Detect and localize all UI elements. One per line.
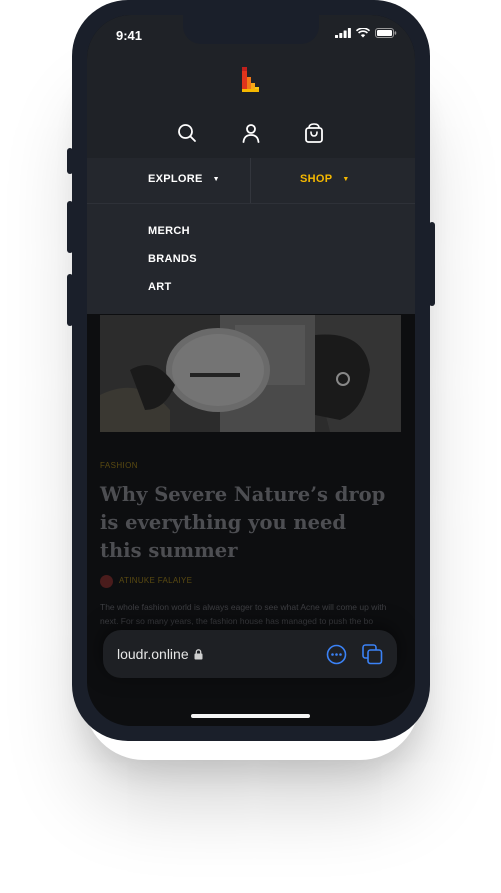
url-field[interactable]: loudr.online bbox=[117, 646, 203, 662]
submenu-item-brands[interactable]: BRANDS bbox=[148, 253, 197, 265]
nav-menu-bar: EXPLORE ▼ SHOP ▼ bbox=[87, 158, 415, 204]
url-text: loudr.online bbox=[117, 646, 189, 662]
article-title[interactable]: Why Severe Nature’s drop is everything y… bbox=[100, 481, 390, 565]
tab-explore[interactable]: EXPLORE ▼ bbox=[148, 173, 220, 185]
loudr-logo[interactable] bbox=[239, 67, 263, 95]
author-avatar bbox=[100, 575, 113, 588]
article-category[interactable]: FASHION bbox=[100, 461, 138, 470]
volume-up-button bbox=[67, 201, 73, 253]
battery-icon bbox=[375, 28, 397, 38]
wifi-icon bbox=[356, 28, 370, 38]
tabs-icon[interactable] bbox=[361, 643, 383, 665]
tab-shop[interactable]: SHOP ▼ bbox=[300, 173, 350, 185]
caret-down-icon: ▼ bbox=[212, 175, 220, 183]
screen: 9:41 EXPLORE ▼ SHOP ▼ MERCH BRANDS ART F… bbox=[87, 15, 415, 726]
caret-down-icon: ▼ bbox=[342, 175, 350, 183]
article-hero-image[interactable] bbox=[100, 315, 401, 432]
user-icon[interactable] bbox=[239, 121, 263, 145]
home-indicator[interactable] bbox=[191, 714, 310, 718]
lock-icon bbox=[194, 648, 203, 659]
status-icons bbox=[335, 28, 397, 38]
status-time: 9:41 bbox=[116, 28, 143, 43]
search-icon[interactable] bbox=[175, 121, 199, 145]
mute-switch bbox=[67, 148, 73, 174]
notch bbox=[183, 15, 319, 44]
menu-divider bbox=[250, 158, 251, 203]
author-name[interactable]: ATINUKE FALAIYE bbox=[119, 576, 192, 585]
volume-down-button bbox=[67, 274, 73, 326]
tab-explore-label: EXPLORE bbox=[148, 173, 203, 185]
more-options-icon[interactable] bbox=[325, 643, 347, 665]
submenu-item-merch[interactable]: MERCH bbox=[148, 225, 190, 237]
submenu-item-art[interactable]: ART bbox=[148, 281, 172, 293]
tab-shop-label: SHOP bbox=[300, 173, 333, 185]
browser-url-bar[interactable]: loudr.online bbox=[103, 630, 397, 678]
cellular-signal-icon bbox=[335, 28, 351, 38]
shop-submenu: MERCH BRANDS ART bbox=[87, 204, 415, 314]
shopping-bag-icon[interactable] bbox=[302, 121, 326, 145]
article-excerpt: The whole fashion world is always eager … bbox=[100, 602, 387, 626]
power-button bbox=[429, 222, 435, 306]
